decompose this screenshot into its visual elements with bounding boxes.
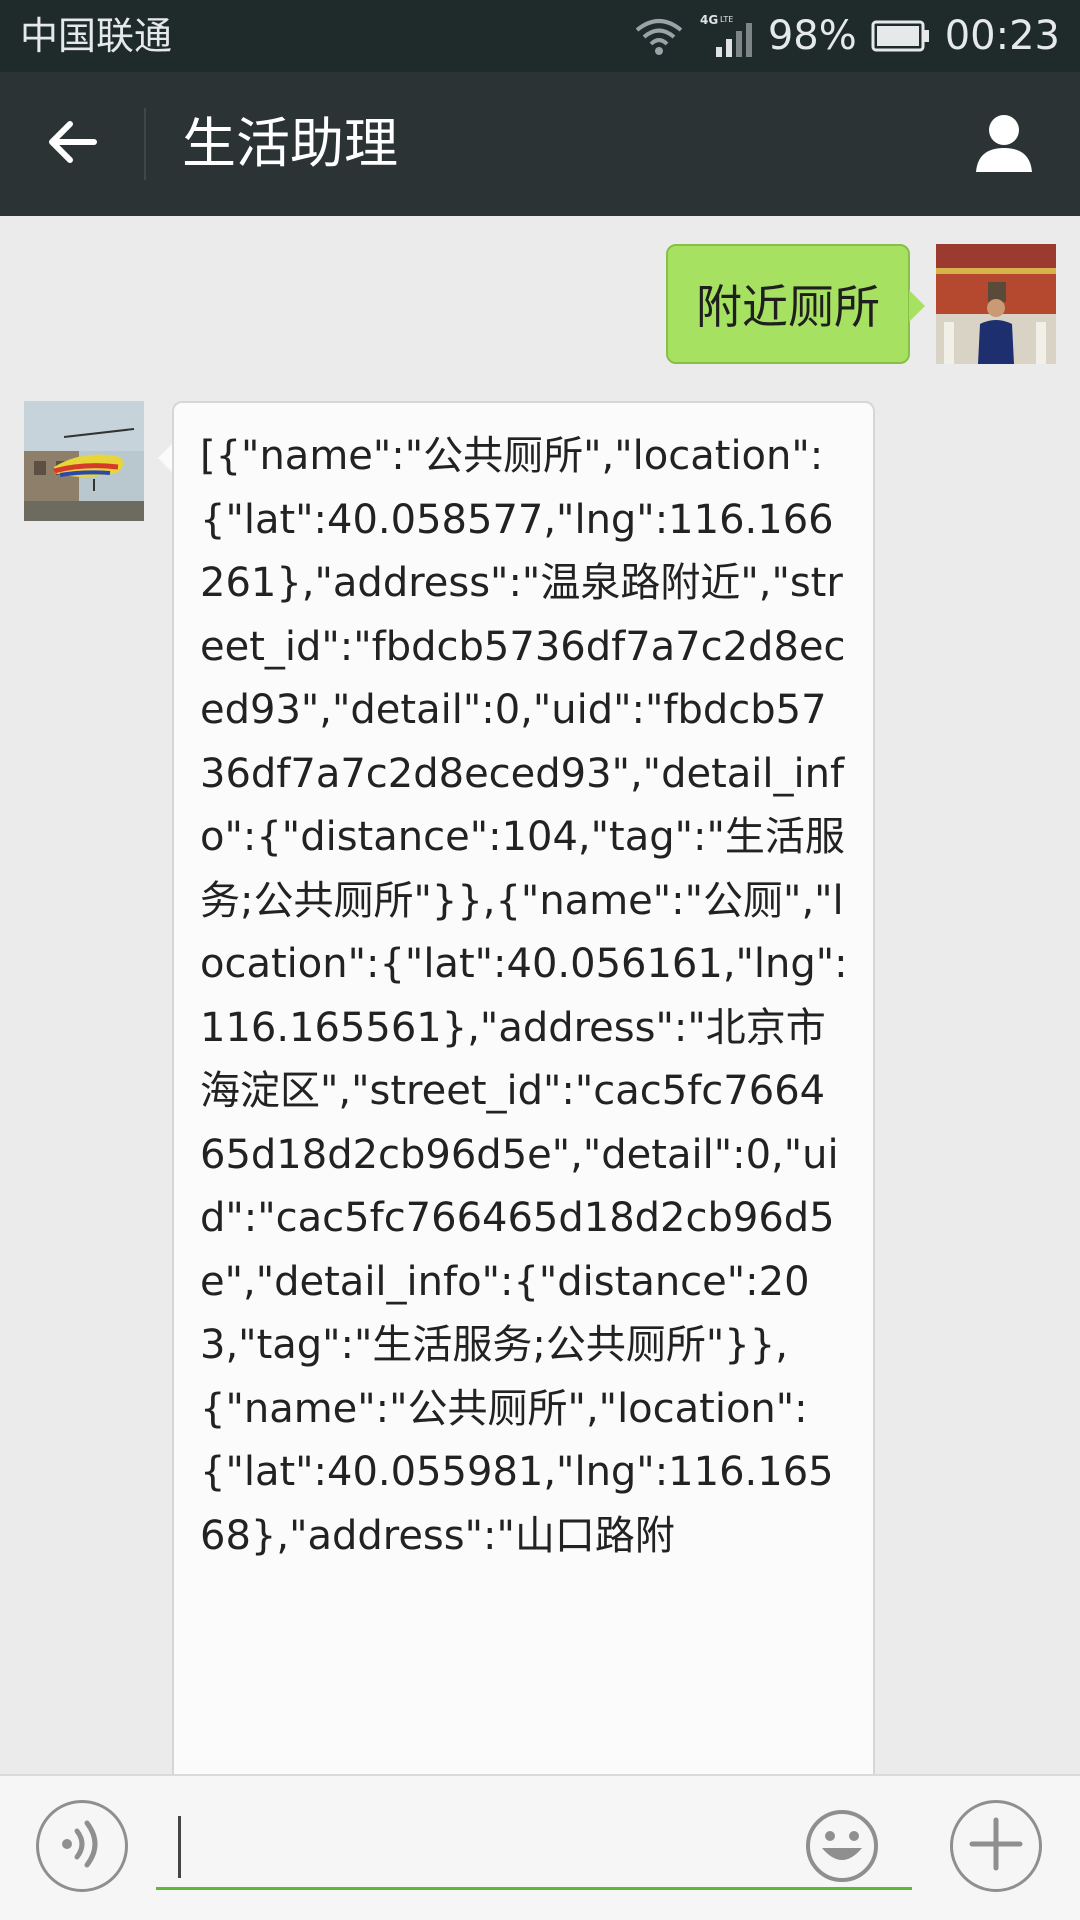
chat-info-button[interactable]: [964, 104, 1044, 184]
page-title: 生活助理: [182, 112, 398, 175]
bot-avatar[interactable]: [24, 401, 144, 521]
person-icon: [972, 110, 1036, 178]
title-divider: [144, 108, 146, 180]
plus-icon: [968, 1816, 1024, 1876]
carrier-name: 中国联通: [20, 14, 173, 58]
chat-area[interactable]: 附近厕所 [{"name":"公共厕所","location":{"lat":4…: [0, 216, 1080, 1774]
battery-icon: [871, 20, 931, 52]
text-cursor: [178, 1816, 181, 1878]
voice-button[interactable]: [36, 1800, 128, 1892]
signal-icon: 4G LTE: [698, 13, 754, 59]
svg-text:LTE: LTE: [720, 15, 733, 24]
bubble-tail: [909, 290, 925, 322]
received-message-text: [{"name":"公共厕所","location":{"lat":40.058…: [200, 433, 848, 1559]
message-input[interactable]: [156, 1806, 912, 1890]
input-bar: [0, 1774, 1080, 1920]
user-avatar[interactable]: [936, 244, 1056, 364]
battery-percent: 98%: [767, 13, 857, 59]
status-indicators: 4G LTE 98% 00:23: [634, 12, 1060, 60]
received-message-bubble[interactable]: [{"name":"公共厕所","location":{"lat":40.058…: [172, 401, 875, 1774]
back-button[interactable]: [30, 102, 114, 186]
emoji-button[interactable]: [804, 1810, 880, 1886]
title-bar: 生活助理: [0, 72, 1080, 216]
voice-icon: [59, 1819, 105, 1873]
status-bar: 中国联通 4G LTE 98% 00:23: [0, 0, 1080, 72]
sent-message-bubble[interactable]: 附近厕所: [666, 244, 925, 364]
wifi-icon: [634, 16, 684, 56]
svg-text:4G: 4G: [700, 13, 718, 27]
back-arrow-icon: [46, 120, 98, 168]
clock: 00:23: [944, 13, 1060, 59]
more-options-button[interactable]: [950, 1800, 1042, 1892]
emoji-icon: [804, 1808, 880, 1888]
sent-message-text: 附近厕所: [696, 280, 880, 334]
